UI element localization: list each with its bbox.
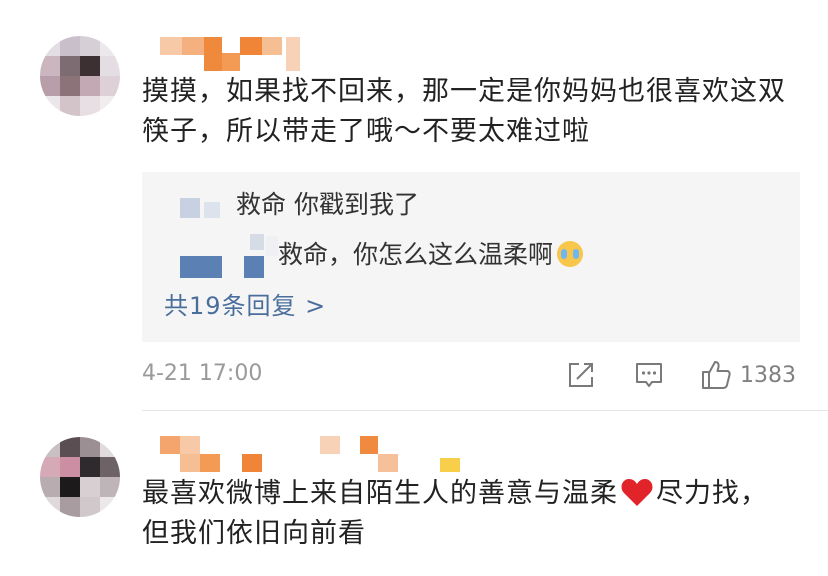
comment-button[interactable]: [634, 359, 664, 391]
comment-text: 摸摸，如果找不回来，那一定是你妈妈也很喜欢这双筷子，所以带走了哦～不要太难过啦: [142, 76, 786, 147]
comment-item: 最喜欢微博上来自陌生人的善意与温柔 尽力找，但我们依旧向前看: [0, 412, 828, 576]
reply-text: 救命，你怎么这么温柔啊: [278, 240, 554, 269]
comment-text-block: 最喜欢微博上来自陌生人的善意与温柔 尽力找，但我们依旧向前看: [142, 474, 792, 554]
more-replies-link[interactable]: 共19条回复 >: [164, 286, 326, 321]
thumbs-up-icon: [702, 361, 731, 389]
crying-face-emoji: [557, 241, 584, 267]
avatar[interactable]: [40, 437, 120, 517]
repost-icon: [569, 363, 593, 387]
username-redacted[interactable]: [160, 436, 470, 472]
timestamp: 4-21 17:00: [142, 361, 263, 386]
reply-username-redacted[interactable]: [180, 196, 240, 220]
comment-icon: [636, 363, 662, 387]
comment-text: 最喜欢微博上来自陌生人的善意与温柔: [142, 478, 618, 509]
replies-box[interactable]: 救命 你戳到我了 救命，你怎么这么温柔啊 共19条回复 >: [142, 172, 800, 342]
like-count: 1383: [740, 362, 796, 388]
reply-text: 救命 你戳到我了: [236, 190, 419, 219]
comment-item: 摸摸，如果找不回来，那一定是你妈妈也很喜欢这双筷子，所以带走了哦～不要太难过啦 …: [0, 0, 828, 412]
like-button[interactable]: 1383: [700, 359, 796, 391]
avatar[interactable]: [40, 36, 120, 116]
comment-footer: 4-21 17:00 1383: [0, 355, 828, 395]
divider: [142, 410, 828, 411]
heart-emoji: [621, 479, 653, 506]
repost-button[interactable]: [566, 359, 596, 391]
reply-text-line: 救命，你怎么这么温柔啊: [278, 238, 584, 272]
username-redacted[interactable]: [160, 37, 310, 71]
reply-username-redacted[interactable]: [180, 234, 280, 278]
